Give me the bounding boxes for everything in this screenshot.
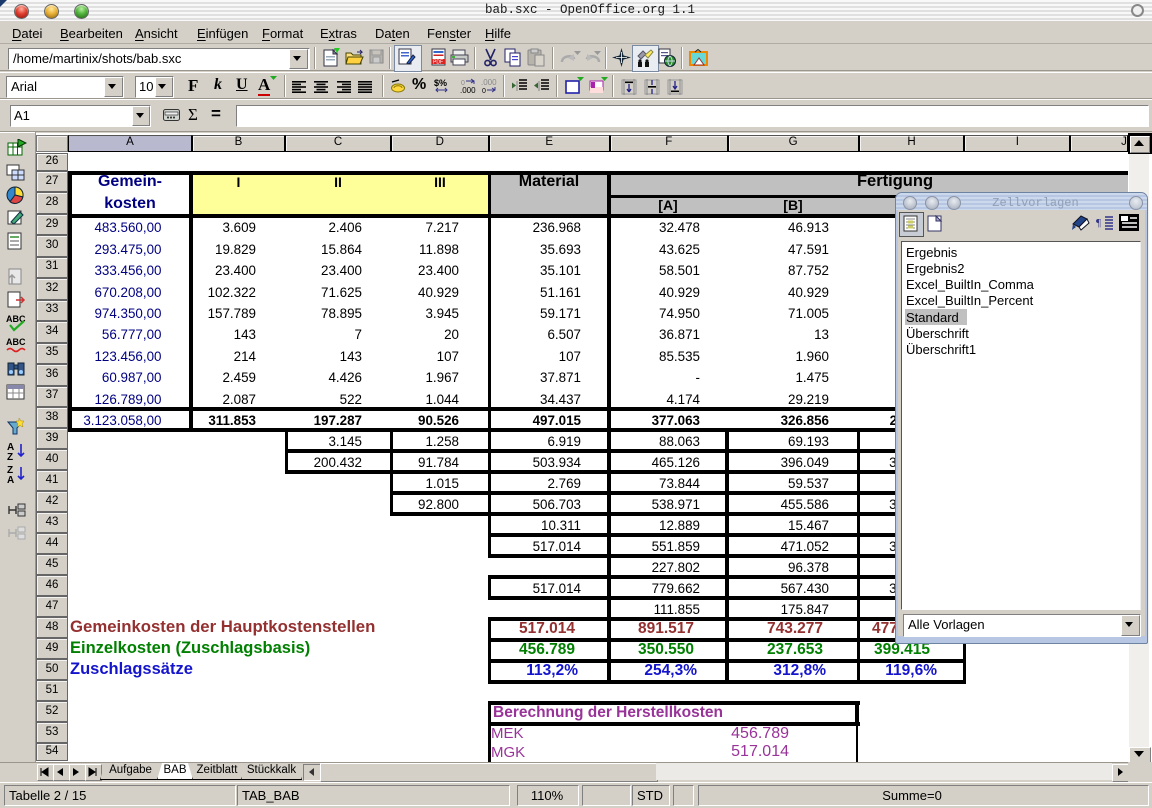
svg-text:PDF: PDF [433, 60, 443, 66]
svg-text:.000: .000 [481, 78, 497, 87]
svg-text:ABC: ABC [6, 337, 26, 347]
svg-text:Z: Z [7, 452, 13, 461]
svg-text:$%: $% [434, 78, 447, 88]
svg-text:0: 0 [482, 88, 486, 94]
svg-text:0: 0 [461, 80, 465, 87]
svg-text:A: A [7, 475, 14, 484]
svg-text:.000: .000 [460, 86, 476, 94]
svg-text:¶: ¶ [1096, 217, 1101, 229]
